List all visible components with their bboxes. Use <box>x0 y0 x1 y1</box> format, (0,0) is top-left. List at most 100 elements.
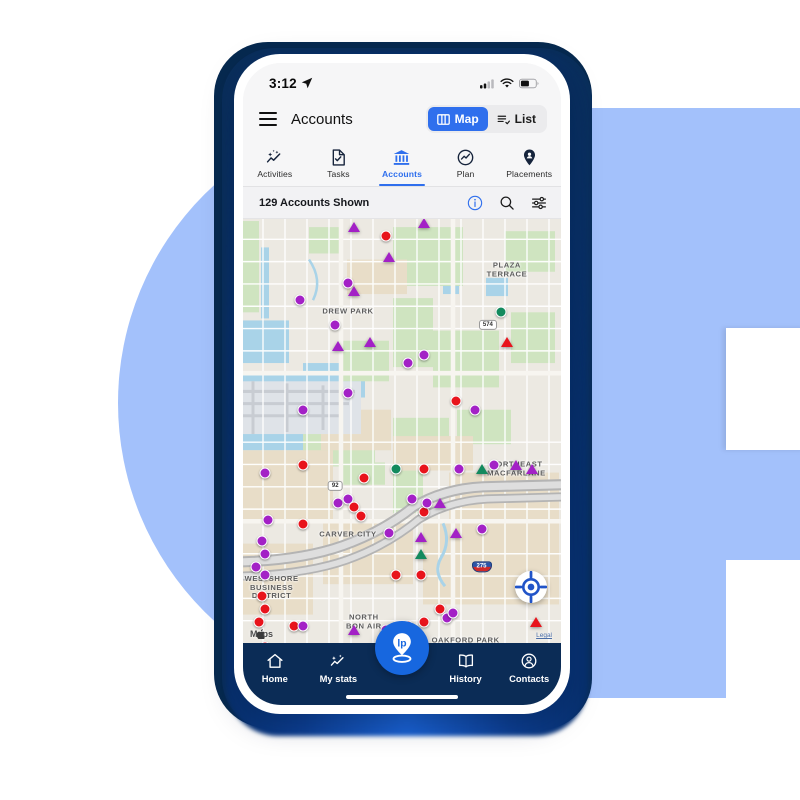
nav-item-my-stats[interactable]: My stats <box>307 652 371 684</box>
map-pin-triangle[interactable] <box>418 219 431 229</box>
map-pin-dot[interactable] <box>402 357 414 369</box>
tab-accounts[interactable]: Accounts <box>370 141 434 187</box>
map-pin-dot[interactable] <box>358 472 370 484</box>
map-pin-triangle[interactable] <box>475 464 488 475</box>
map-pin-dot[interactable] <box>415 569 427 581</box>
map-pin-dot[interactable] <box>495 306 507 318</box>
tab-list-view[interactable]: List <box>488 107 545 131</box>
page-title: Accounts <box>291 110 353 128</box>
map-pin-triangle[interactable] <box>364 336 377 347</box>
book-history-icon <box>458 654 473 668</box>
map-pin-dot[interactable] <box>297 459 309 471</box>
map-pin-triangle[interactable] <box>348 222 361 233</box>
map-pin-dot[interactable] <box>294 294 306 306</box>
map-pin-dot[interactable] <box>259 467 271 479</box>
tab-placements-label: Placements <box>506 169 553 179</box>
map-pin-dot[interactable] <box>297 404 309 416</box>
wifi-icon <box>500 77 514 88</box>
map-pin-triangle[interactable] <box>348 286 361 297</box>
map-pin-dot[interactable] <box>259 603 271 615</box>
map-pin-dot[interactable] <box>476 523 487 535</box>
tab-tasks-label: Tasks <box>327 169 350 179</box>
search-icon[interactable] <box>499 195 515 211</box>
screenshot-stage: 3:12 Accounts Map List Activities Tasks … <box>0 0 800 800</box>
task-document-check-icon <box>332 149 345 166</box>
map-pin-dot[interactable] <box>329 319 341 331</box>
map-pin-dot[interactable] <box>380 230 392 242</box>
map-pin-triangle[interactable] <box>348 625 361 636</box>
phone-screen: 3:12 Accounts Map List Activities Tasks … <box>243 63 561 705</box>
map-pin-dot[interactable] <box>418 616 430 628</box>
map-pin-dot[interactable] <box>488 459 500 471</box>
map-legal-link[interactable]: Legal <box>536 632 552 639</box>
map-pin-dot[interactable] <box>262 514 274 526</box>
tab-activities[interactable]: Activities <box>243 141 307 186</box>
accounts-shown-label: 129 Accounts Shown <box>259 196 370 209</box>
nav-item-home[interactable]: Home <box>243 652 307 684</box>
map-pin-dot[interactable] <box>447 607 459 619</box>
title-bar: Accounts Map List <box>243 97 561 141</box>
tab-tasks[interactable]: Tasks <box>307 141 371 186</box>
map-pin-dot[interactable] <box>259 569 271 581</box>
map-pin-triangle[interactable] <box>510 459 523 470</box>
tab-plan-label: Plan <box>456 169 475 179</box>
map-pin-dot[interactable] <box>355 510 367 522</box>
map-pin-triangle[interactable] <box>500 336 513 347</box>
tab-plan[interactable]: Plan <box>434 141 498 186</box>
map-pin-dot[interactable] <box>418 349 430 361</box>
placement-pin-person-icon <box>523 149 535 166</box>
map-pin-triangle[interactable] <box>383 252 396 263</box>
bank-building-icon <box>394 150 410 165</box>
filter-sliders-icon[interactable] <box>531 195 547 211</box>
hamburger-menu-icon[interactable] <box>259 112 277 126</box>
map-pin-dot[interactable] <box>342 387 354 399</box>
map-pin-dot[interactable] <box>259 548 271 560</box>
lp-action-button[interactable]: lp <box>375 621 429 675</box>
info-icon[interactable] <box>467 195 483 211</box>
nav-item-history[interactable]: History <box>434 652 498 684</box>
home-icon <box>267 653 283 668</box>
map-pin-dot[interactable] <box>390 569 402 581</box>
svg-text:lp: lp <box>397 638 406 649</box>
list-view-label: List <box>514 112 536 126</box>
battery-icon <box>519 78 539 88</box>
map-pin-dot[interactable] <box>406 493 418 505</box>
map-pin-dot[interactable] <box>250 561 262 573</box>
map-pin-dot[interactable] <box>418 463 430 475</box>
tab-map-view[interactable]: Map <box>427 107 488 131</box>
map-pin-dot[interactable] <box>297 518 309 530</box>
count-bar-actions <box>467 195 547 211</box>
locate-me-button[interactable] <box>515 571 547 603</box>
nav-item-contacts[interactable]: Contacts <box>497 652 561 684</box>
nav-history-label: History <box>449 673 482 684</box>
map-pin-dot[interactable] <box>450 395 462 407</box>
map-pin-triangle[interactable] <box>415 548 428 559</box>
map-pin-triangle[interactable] <box>450 527 463 538</box>
phone-frame: 3:12 Accounts Map List Activities Tasks … <box>234 54 570 714</box>
status-bar: 3:12 <box>243 63 561 97</box>
map-pin-triangle[interactable] <box>529 616 542 627</box>
map-pin-dot[interactable] <box>256 590 268 602</box>
map-pin-triangle[interactable] <box>332 341 345 352</box>
status-bar-left: 3:12 <box>269 76 313 91</box>
map-canvas[interactable]: PLAZA TERRACE DREW PARK NORTHEAST MACFAR… <box>243 219 561 643</box>
section-tabs: Activities Tasks Accounts Plan Placement… <box>243 141 561 187</box>
status-time: 3:12 <box>269 75 297 91</box>
highway-shield-574: 574 <box>478 319 497 331</box>
map-pin-dot[interactable] <box>383 527 395 539</box>
map-pin-triangle[interactable] <box>434 498 447 509</box>
map-pin-dot[interactable] <box>421 497 433 509</box>
map-pin-dot[interactable] <box>256 535 268 547</box>
contacts-person-icon <box>521 653 537 669</box>
map-pin-dot[interactable] <box>453 463 465 475</box>
map-pin-triangle[interactable] <box>415 532 428 542</box>
map-pin-dot[interactable] <box>469 404 481 416</box>
stats-sparkle-chart-icon <box>331 654 344 666</box>
activities-sparkle-chart-icon <box>267 149 281 163</box>
map-pin-triangle[interactable] <box>526 464 539 475</box>
map-pin-dot[interactable] <box>390 463 402 475</box>
tab-placements[interactable]: Placements <box>497 141 561 186</box>
map-pin-dot[interactable] <box>297 620 309 632</box>
map-pin-dot[interactable] <box>253 616 265 628</box>
background-notch-lower <box>726 560 800 700</box>
